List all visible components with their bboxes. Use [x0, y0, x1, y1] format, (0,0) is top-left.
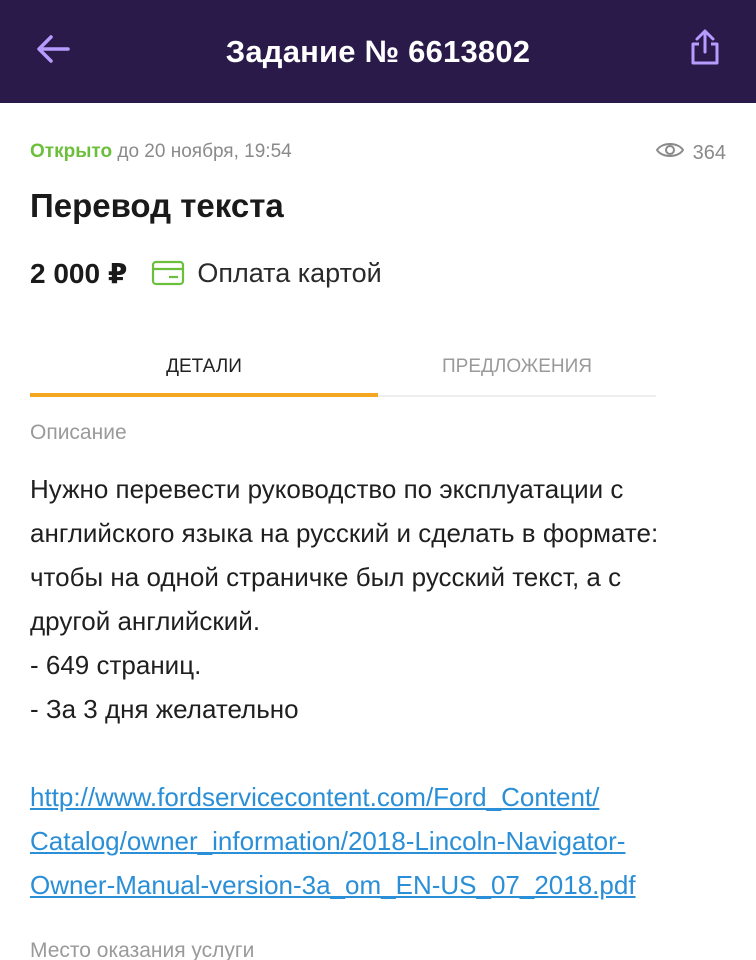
views-count: 364 [692, 141, 726, 164]
task-title: Перевод текста [30, 187, 284, 224]
description-text: Нужно перевести руководство по эксплуата… [30, 467, 730, 731]
description-line: - За 3 дня желательно [30, 694, 299, 724]
description-line: другой английский. [30, 606, 261, 636]
task-price: 2 000 ₽ [30, 257, 128, 289]
share-icon [689, 28, 721, 71]
description-line: Нужно перевести руководство по эксплуата… [30, 474, 624, 504]
views-counter: 364 [655, 141, 726, 165]
payment-method: Оплата картой [197, 257, 382, 288]
manual-link[interactable]: http://www.fordservicecontent.com/Ford_C… [30, 775, 730, 907]
manual-link-line[interactable]: Owner-Manual-version-3a_om_EN-US_07_2018… [30, 863, 730, 907]
status-badge: Открыто [30, 141, 113, 162]
price-row: 2 000 ₽ Оплата картой [30, 253, 382, 293]
description-label: Описание [30, 421, 127, 444]
credit-card-icon [151, 260, 185, 286]
description-line: чтобы на одной страничке был русский тек… [30, 562, 622, 592]
active-tab-indicator [30, 393, 378, 397]
eye-icon [655, 141, 685, 165]
service-place-label: Место оказания услуги [30, 939, 255, 960]
description-line: английского языка на русский и сделать в… [30, 518, 659, 548]
back-button[interactable] [28, 26, 78, 76]
status-row: Открыто до 20 ноября, 19:54 364 [30, 141, 726, 167]
tab-offers[interactable]: ПРЕДЛОЖЕНИЯ [378, 351, 656, 395]
share-button[interactable] [680, 24, 730, 74]
tab-bar: ДЕТАЛИ ПРЕДЛОЖЕНИЯ [30, 351, 656, 397]
tab-details[interactable]: ДЕТАЛИ [30, 351, 378, 395]
deadline-text: до 20 ноября, 19:54 [117, 141, 292, 162]
arrow-left-icon [36, 34, 70, 69]
top-app-bar: Задание № 6613802 [0, 0, 756, 103]
page-title: Задание № 6613802 [225, 33, 531, 69]
manual-link-line[interactable]: http://www.fordservicecontent.com/Ford_C… [30, 775, 730, 819]
description-line: - 649 страниц. [30, 650, 202, 680]
manual-link-line[interactable]: Catalog/owner_information/2018-Lincoln-N… [30, 819, 730, 863]
